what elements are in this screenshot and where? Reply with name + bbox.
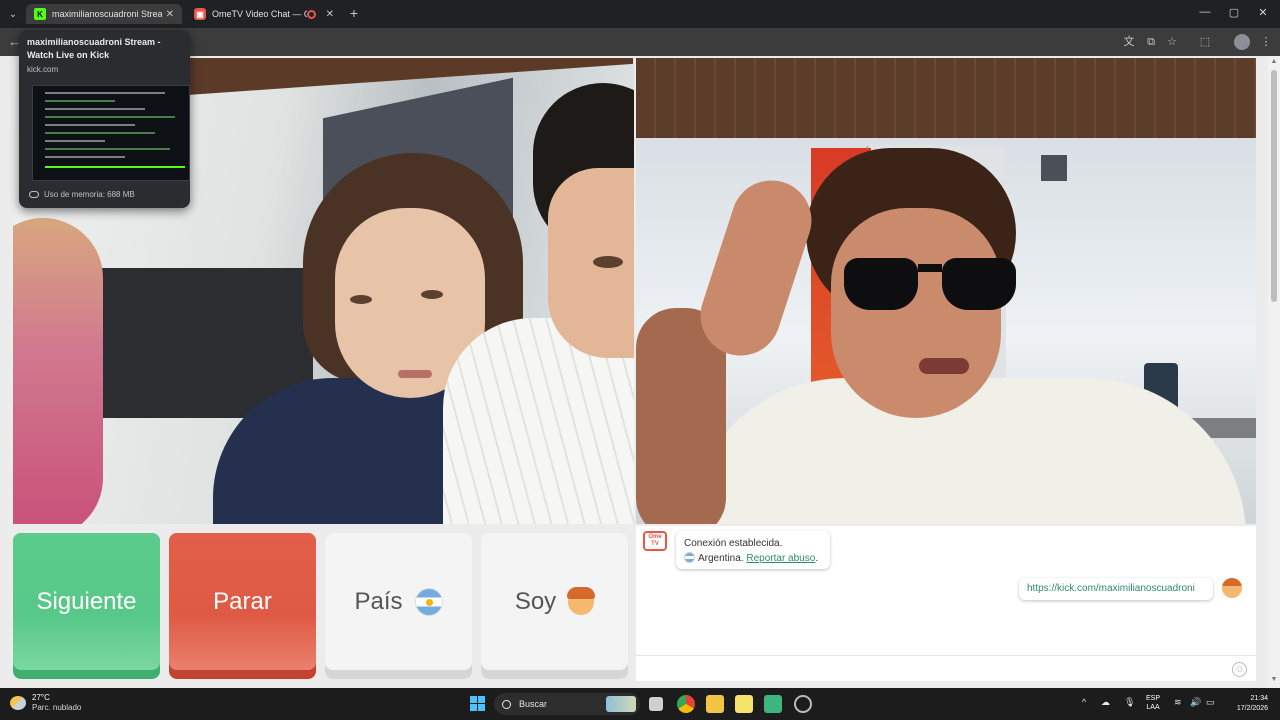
scroll-down-icon[interactable]: ▼ [1270, 676, 1278, 683]
clock-date: 17/2/2026 [1236, 705, 1268, 712]
country-filter-button[interactable]: País [325, 533, 472, 679]
start-button[interactable] [470, 696, 485, 711]
recording-icon [306, 9, 316, 19]
app-icon[interactable] [764, 695, 782, 713]
ometv-favicon-icon: ▣ [194, 8, 206, 20]
argentina-flag-icon [414, 587, 443, 616]
weather-widget[interactable]: 27°C Parc. nublado [10, 693, 81, 713]
partner-country: Argentina. [698, 553, 744, 564]
boy-emoji-icon [567, 586, 596, 615]
gender-select-button[interactable]: Soy [481, 533, 628, 679]
memory-usage-text: Uso de memoria: 688 MB [44, 190, 135, 199]
gender-button-label: Soy [514, 587, 557, 615]
local-video [636, 58, 1256, 524]
maximize-button[interactable]: ▢ [1227, 6, 1241, 19]
close-tab-icon[interactable]: ✕ [166, 9, 174, 20]
sticky-notes-icon[interactable] [735, 695, 753, 713]
ometv-logo-icon: Ome TV [643, 531, 667, 551]
report-abuse-link[interactable]: Reportar abuso [746, 553, 815, 564]
chat-message-input[interactable]: ☺ [636, 655, 1256, 681]
memory-usage: Uso de memoria: 688 MB [29, 190, 135, 199]
keyboard-layout: LAA [1146, 704, 1160, 711]
search-placeholder: Buscar [519, 699, 548, 709]
system-clock[interactable]: 21:34 17/2/2026 [1222, 694, 1268, 714]
language-code: ESP [1146, 695, 1161, 702]
battery-icon[interactable]: ▭ [1206, 697, 1215, 708]
file-explorer-icon[interactable] [706, 695, 724, 713]
scrollbar-thumb[interactable] [1271, 70, 1277, 302]
ometv-page: Siguiente Parar País Soy Ome TV Conexión… [0, 56, 1280, 688]
tab-preview-thumbnail [32, 85, 190, 181]
temperature: 27°C [32, 693, 50, 702]
partner-country-line: Argentina. Reportar abuso. [684, 551, 822, 566]
onedrive-icon[interactable]: ☁ [1101, 697, 1110, 708]
system-message: Conexión establecida. Argentina. Reporta… [676, 531, 830, 569]
stop-button-label: Parar [213, 587, 272, 615]
browser-toolbar: ← 文 ⧉ ☆ ⬚ ⋮ [0, 28, 1280, 56]
chat-panel: Ome TV Conexión establecida. Argentina. … [636, 526, 1256, 681]
cast-icon[interactable]: ⧉ [1144, 35, 1158, 49]
connection-status-text: Conexión establecida. [684, 538, 783, 549]
my-avatar-icon [1222, 578, 1242, 598]
tab-hover-card: maximilianoscuadroni Stream - Watch Live… [19, 30, 190, 208]
chrome-icon[interactable] [677, 695, 695, 713]
tab-strip: ⌄ K maximilianoscuadroni Stream - Watch … [0, 0, 1280, 28]
search-icon [502, 699, 511, 709]
tab-title: OmeTV Video Chat — OmeTV [212, 9, 307, 19]
country-button-label: País [354, 587, 403, 615]
microphone-icon[interactable]: 🎙 [1124, 697, 1135, 708]
assistant-icon[interactable] [794, 695, 812, 713]
next-button-label: Siguiente [36, 587, 137, 615]
input-language[interactable]: ESP LAA [1146, 694, 1160, 712]
hover-card-title: maximilianoscuadroni Stream - Watch Live… [27, 37, 161, 60]
tab-title: maximilianoscuadroni Stream - Watch Live… [52, 9, 162, 19]
weather-condition: Parc. nublado [32, 703, 82, 712]
report-suffix: . [815, 553, 819, 564]
tab-search-icon[interactable]: ⌄ [4, 5, 22, 23]
tab-kick[interactable]: K maximilianoscuadroni Stream - Watch Li… [26, 4, 182, 24]
close-window-button[interactable]: ✕ [1256, 6, 1270, 19]
new-tab-button[interactable]: + [346, 5, 362, 21]
windows-taskbar: 27°C Parc. nublado Buscar ^ ☁ 🎙 ESP LAA … [0, 688, 1280, 720]
memory-icon [29, 191, 39, 198]
minimize-button[interactable]: — [1198, 6, 1212, 18]
my-message-bubble: https://kick.com/maximilianoscuadroni [1019, 578, 1213, 600]
taskbar-search[interactable]: Buscar [494, 693, 640, 715]
scroll-up-icon[interactable]: ▲ [1270, 58, 1278, 65]
translate-icon[interactable]: 文 [1122, 35, 1136, 49]
bookmark-star-icon[interactable]: ☆ [1165, 35, 1179, 49]
task-view-icon[interactable] [649, 697, 663, 711]
clock-time: 21:34 [1250, 695, 1268, 702]
volume-icon[interactable]: 🔊 [1190, 697, 1201, 708]
next-button[interactable]: Siguiente [13, 533, 160, 679]
menu-kebab-icon[interactable]: ⋮ [1259, 35, 1273, 49]
close-tab-icon[interactable]: ✕ [326, 9, 334, 20]
argentina-flag-icon [684, 552, 695, 563]
tab-ometv[interactable]: ▣ OmeTV Video Chat — OmeTV ✕ [186, 4, 342, 24]
extensions-icon[interactable]: ⬚ [1198, 35, 1212, 49]
search-highlight-image [606, 696, 636, 712]
wifi-icon[interactable]: ≋ [1174, 697, 1182, 708]
emoji-picker-icon[interactable]: ☺ [1232, 662, 1247, 677]
partly-cloudy-icon [10, 696, 26, 710]
stop-button[interactable]: Parar [169, 533, 316, 679]
kick-favicon-icon: K [34, 8, 46, 20]
hover-card-domain: kick.com [27, 65, 59, 74]
show-hidden-icons[interactable]: ^ [1082, 697, 1086, 707]
page-scrollbar[interactable]: ▲ ▼ [1268, 56, 1280, 688]
profile-avatar[interactable] [1234, 34, 1250, 50]
